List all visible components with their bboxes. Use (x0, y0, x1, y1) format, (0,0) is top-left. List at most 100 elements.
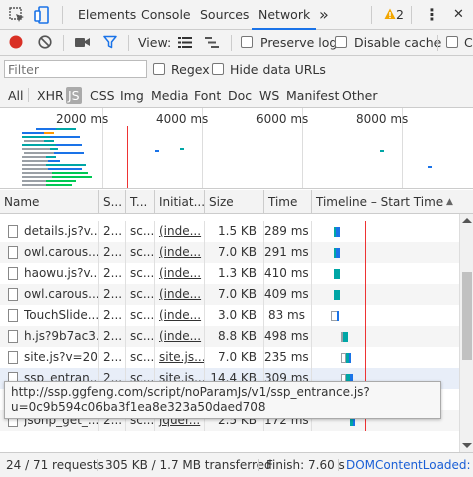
column-type[interactable]: T... (125, 190, 154, 214)
table-row[interactable]: site.js?v=20...2...sc...site.js...7.0 KB… (0, 347, 459, 368)
cell-type: sc... (125, 305, 154, 326)
table-row[interactable]: h.js?9b7ac3...2...sc...(inde...8.8 KB498… (0, 326, 459, 347)
more-tabs-button[interactable]: » (319, 0, 329, 29)
type-ws[interactable]: WS (257, 87, 281, 104)
type-js[interactable]: JS (66, 87, 82, 104)
finish-time: Finish: 7.60 s (266, 458, 345, 472)
timing-bar (349, 353, 351, 363)
request-name[interactable]: details.js?v... (24, 221, 98, 242)
type-css[interactable]: CSS (88, 87, 117, 104)
overview-tick-label: 6000 ms (256, 112, 309, 126)
filter-input[interactable] (4, 60, 147, 78)
status-separator (97, 459, 98, 471)
overview-bar (22, 148, 50, 150)
filter-icon[interactable] (103, 35, 117, 49)
request-name[interactable]: haowu.js?v... (24, 263, 98, 284)
overview-bar (50, 136, 80, 138)
type-xhr[interactable]: XHR (35, 87, 66, 104)
cell-initiator[interactable]: (inde... (154, 263, 204, 284)
timeline-overview[interactable]: 2000 ms 4000 ms 6000 ms 8000 ms (0, 108, 473, 189)
script-file-icon (8, 351, 18, 364)
load-event-line (365, 347, 366, 368)
scroll-down-arrow-icon[interactable] (462, 443, 472, 448)
timing-bar (334, 269, 340, 279)
large-rows-icon[interactable] (178, 36, 192, 49)
record-icon[interactable] (9, 35, 23, 49)
offline-checkbox[interactable] (446, 36, 458, 48)
type-doc[interactable]: Doc (226, 87, 254, 104)
overview-waterfall-icon[interactable] (205, 36, 219, 49)
vertical-scrollbar[interactable] (459, 214, 473, 452)
table-row[interactable]: owl.carous... 2... sc... (inde... 7.0 KB 291 … (0, 242, 459, 263)
regex-checkbox[interactable] (153, 63, 165, 75)
url-tooltip: http://ssp.ggfeng.com/script/noParamJs/v… (4, 381, 441, 419)
request-name[interactable]: owl.carous... (24, 242, 98, 263)
regex-label[interactable]: Regex (171, 62, 210, 77)
type-manifest[interactable]: Manifest (284, 87, 341, 104)
type-other[interactable]: Other (340, 87, 380, 104)
preserve-log-label[interactable]: Preserve log (260, 35, 337, 50)
cell-initiator[interactable]: site.js... (154, 347, 204, 368)
scroll-up-arrow-icon[interactable] (462, 218, 472, 223)
table-row[interactable]: details.js?v... 2... sc... (inde... 1.5 KB 28… (0, 221, 459, 242)
sort-ascending-icon: ▲ (446, 197, 453, 207)
type-font[interactable]: Font (192, 87, 223, 104)
column-size[interactable]: Size (204, 190, 263, 214)
request-name[interactable]: owl.carous... (24, 284, 98, 305)
column-timeline[interactable]: Timeline – Start Time ▲ (311, 190, 473, 214)
warning-count[interactable]: 2 (396, 0, 404, 29)
network-toolbar: View: Preserve log Disable cache C (0, 30, 473, 56)
hide-data-urls-checkbox[interactable] (212, 63, 224, 75)
column-initiator[interactable]: Initiat... (154, 190, 204, 214)
request-name[interactable]: site.js?v=20... (24, 347, 98, 368)
overview-bar (54, 152, 84, 154)
overview-bar (22, 136, 50, 138)
close-devtools-button[interactable]: ✕ (453, 0, 464, 29)
column-time[interactable]: Time (263, 190, 311, 214)
scrollbar-thumb[interactable] (462, 272, 472, 360)
tab-sources[interactable]: Sources (200, 0, 249, 29)
type-all[interactable]: All (6, 87, 26, 104)
cell-initiator[interactable]: (inde... (154, 242, 204, 263)
disable-cache-label[interactable]: Disable cache (354, 35, 441, 50)
type-img[interactable]: Img (118, 87, 146, 104)
cell-time: 498 ms (263, 326, 311, 347)
overview-bar (46, 164, 86, 166)
hide-data-urls-label[interactable]: Hide data URLs (230, 62, 326, 77)
disable-cache-checkbox[interactable] (335, 36, 347, 48)
cell-initiator[interactable]: (inde... (154, 221, 204, 242)
load-event-line (365, 326, 366, 347)
inspect-element-icon[interactable] (8, 6, 26, 24)
request-name[interactable]: h.js?9b7ac3... (24, 326, 98, 347)
cell-initiator[interactable]: (inde... (154, 284, 204, 305)
network-summary-bar: 24 / 71 requests 305 KB / 1.7 MB transfe… (0, 452, 473, 477)
request-name[interactable]: TouchSlide... (24, 305, 98, 326)
warning-icon[interactable] (384, 8, 396, 20)
table-row[interactable]: owl.carous... 2... sc... (inde... 7.0 KB 409 … (0, 284, 459, 305)
load-event-line (365, 263, 366, 284)
device-toolbar-icon[interactable] (34, 6, 52, 24)
clear-icon[interactable] (38, 35, 52, 49)
table-row[interactable]: TouchSlide... 2... sc... (inde... 3.0 KB 83 m… (0, 305, 459, 326)
preserve-log-checkbox[interactable] (241, 36, 253, 48)
type-media[interactable]: Media (149, 87, 191, 104)
script-file-icon (8, 267, 18, 280)
tab-console[interactable]: Console (141, 0, 191, 29)
cell-size: 7.0 KB (204, 347, 263, 368)
overview-bar (52, 176, 92, 178)
cell-initiator[interactable]: (inde... (154, 326, 204, 347)
tab-elements[interactable]: Elements (78, 0, 136, 29)
cell-initiator[interactable]: (inde... (154, 305, 204, 326)
devtools-menu-button[interactable]: ⋮ (424, 0, 440, 29)
cell-type: sc... (125, 347, 154, 368)
capture-screenshots-icon[interactable] (75, 36, 91, 48)
script-file-icon (8, 330, 18, 343)
overview-bar (36, 128, 56, 130)
overview-tick-label: 4000 ms (156, 112, 209, 126)
column-status[interactable]: S... (98, 190, 125, 214)
table-row[interactable]: haowu.js?v... 2... sc... (inde... 1.3 KB 410 … (0, 263, 459, 284)
column-name[interactable]: Name (0, 190, 98, 214)
tab-network[interactable]: Network (251, 0, 317, 30)
cell-type: sc... (125, 221, 154, 242)
offline-label[interactable]: C (464, 35, 473, 50)
